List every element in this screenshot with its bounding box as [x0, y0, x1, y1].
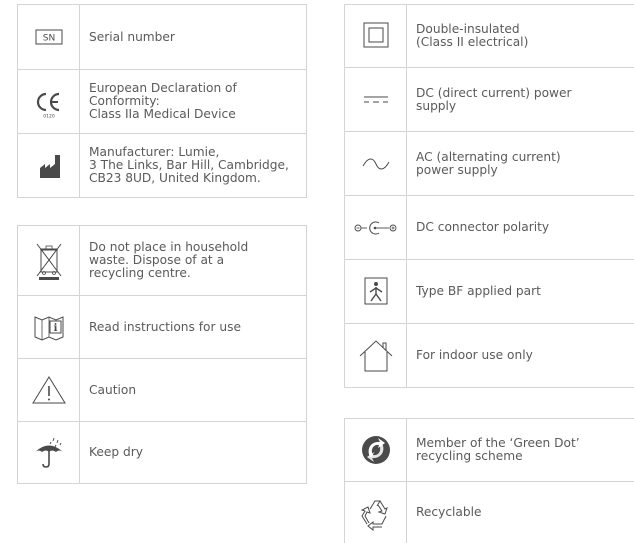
symbol-description: Serial number — [89, 29, 175, 44]
symbol-row: SN Serial number — [18, 5, 306, 69]
serial-number-icon-text: SN — [42, 34, 54, 44]
symbol-row: Manufacturer: Lumie, 3 The Links, Bar Hi… — [18, 133, 306, 197]
svg-text:i: i — [53, 323, 57, 334]
dc-polarity-icon — [345, 196, 407, 259]
recyclable-icon — [345, 482, 407, 543]
symbol-row: For indoor use only — [345, 323, 634, 387]
symbol-description: Caution — [89, 382, 137, 397]
symbol-description: DC (direct current) power supply — [416, 85, 572, 113]
symbol-table-identification: SN Serial number 0120 European Declarati… — [17, 4, 307, 198]
symbol-row: DC (direct current) power supply — [345, 67, 634, 131]
symbol-row: Do not place in household waste. Dispose… — [18, 226, 306, 295]
symbol-row: 0120 European Declaration of Conformity:… — [18, 69, 306, 133]
symbol-row: AC (alternating current) power supply — [345, 131, 634, 195]
indoor-use-icon — [345, 324, 407, 387]
symbol-row: Double-insulated (Class II electrical) — [345, 5, 634, 67]
symbol-description: Type BF applied part — [416, 284, 541, 298]
symbol-description: Read instructions for use — [89, 319, 241, 334]
green-dot-icon — [345, 419, 407, 481]
symbol-row: Caution — [18, 358, 306, 421]
symbol-description: DC connector polarity — [416, 220, 550, 234]
symbol-row: Type BF applied part — [345, 259, 634, 323]
keep-dry-icon — [18, 422, 80, 483]
symbol-row: i Read instructions for use — [18, 295, 306, 358]
symbol-table-recycling: Member of the ‘Green Dot’ recycling sche… — [344, 418, 634, 543]
symbol-description: European Declaration of Conformity: Clas… — [89, 81, 237, 121]
caution-icon — [18, 359, 80, 421]
symbol-description: Manufacturer: Lumie, 3 The Links, Bar Hi… — [89, 145, 289, 185]
type-bf-icon — [345, 260, 407, 323]
ac-power-icon — [345, 132, 407, 195]
symbol-description: Do not place in household waste. Dispose… — [89, 240, 249, 280]
double-insulated-icon — [345, 5, 407, 67]
symbol-table-handling: Do not place in household waste. Dispose… — [17, 225, 307, 484]
ce-mark-icon: 0120 — [18, 70, 80, 133]
weee-bin-icon — [18, 226, 80, 295]
symbol-description: AC (alternating current) power supply — [416, 149, 561, 177]
manufacturer-icon — [18, 134, 80, 197]
symbol-row: Member of the ‘Green Dot’ recycling sche… — [345, 419, 634, 481]
notified-body-number: 0120 — [43, 113, 55, 119]
symbol-row: DC connector polarity — [345, 195, 634, 259]
symbol-description: Keep dry — [89, 445, 143, 459]
symbol-description: Recyclable — [416, 505, 482, 519]
symbol-row: Recyclable — [345, 481, 634, 543]
read-instructions-icon: i — [18, 296, 80, 358]
symbol-row: Keep dry — [18, 421, 306, 483]
dc-power-icon — [345, 68, 407, 131]
serial-number-icon: SN — [18, 5, 80, 69]
symbol-table-electrical: Double-insulated (Class II electrical) D… — [344, 4, 634, 388]
symbol-description: Double-insulated (Class II electrical) — [416, 22, 529, 49]
symbol-description: Member of the ‘Green Dot’ recycling sche… — [416, 436, 580, 463]
symbol-description: For indoor use only — [416, 348, 533, 362]
